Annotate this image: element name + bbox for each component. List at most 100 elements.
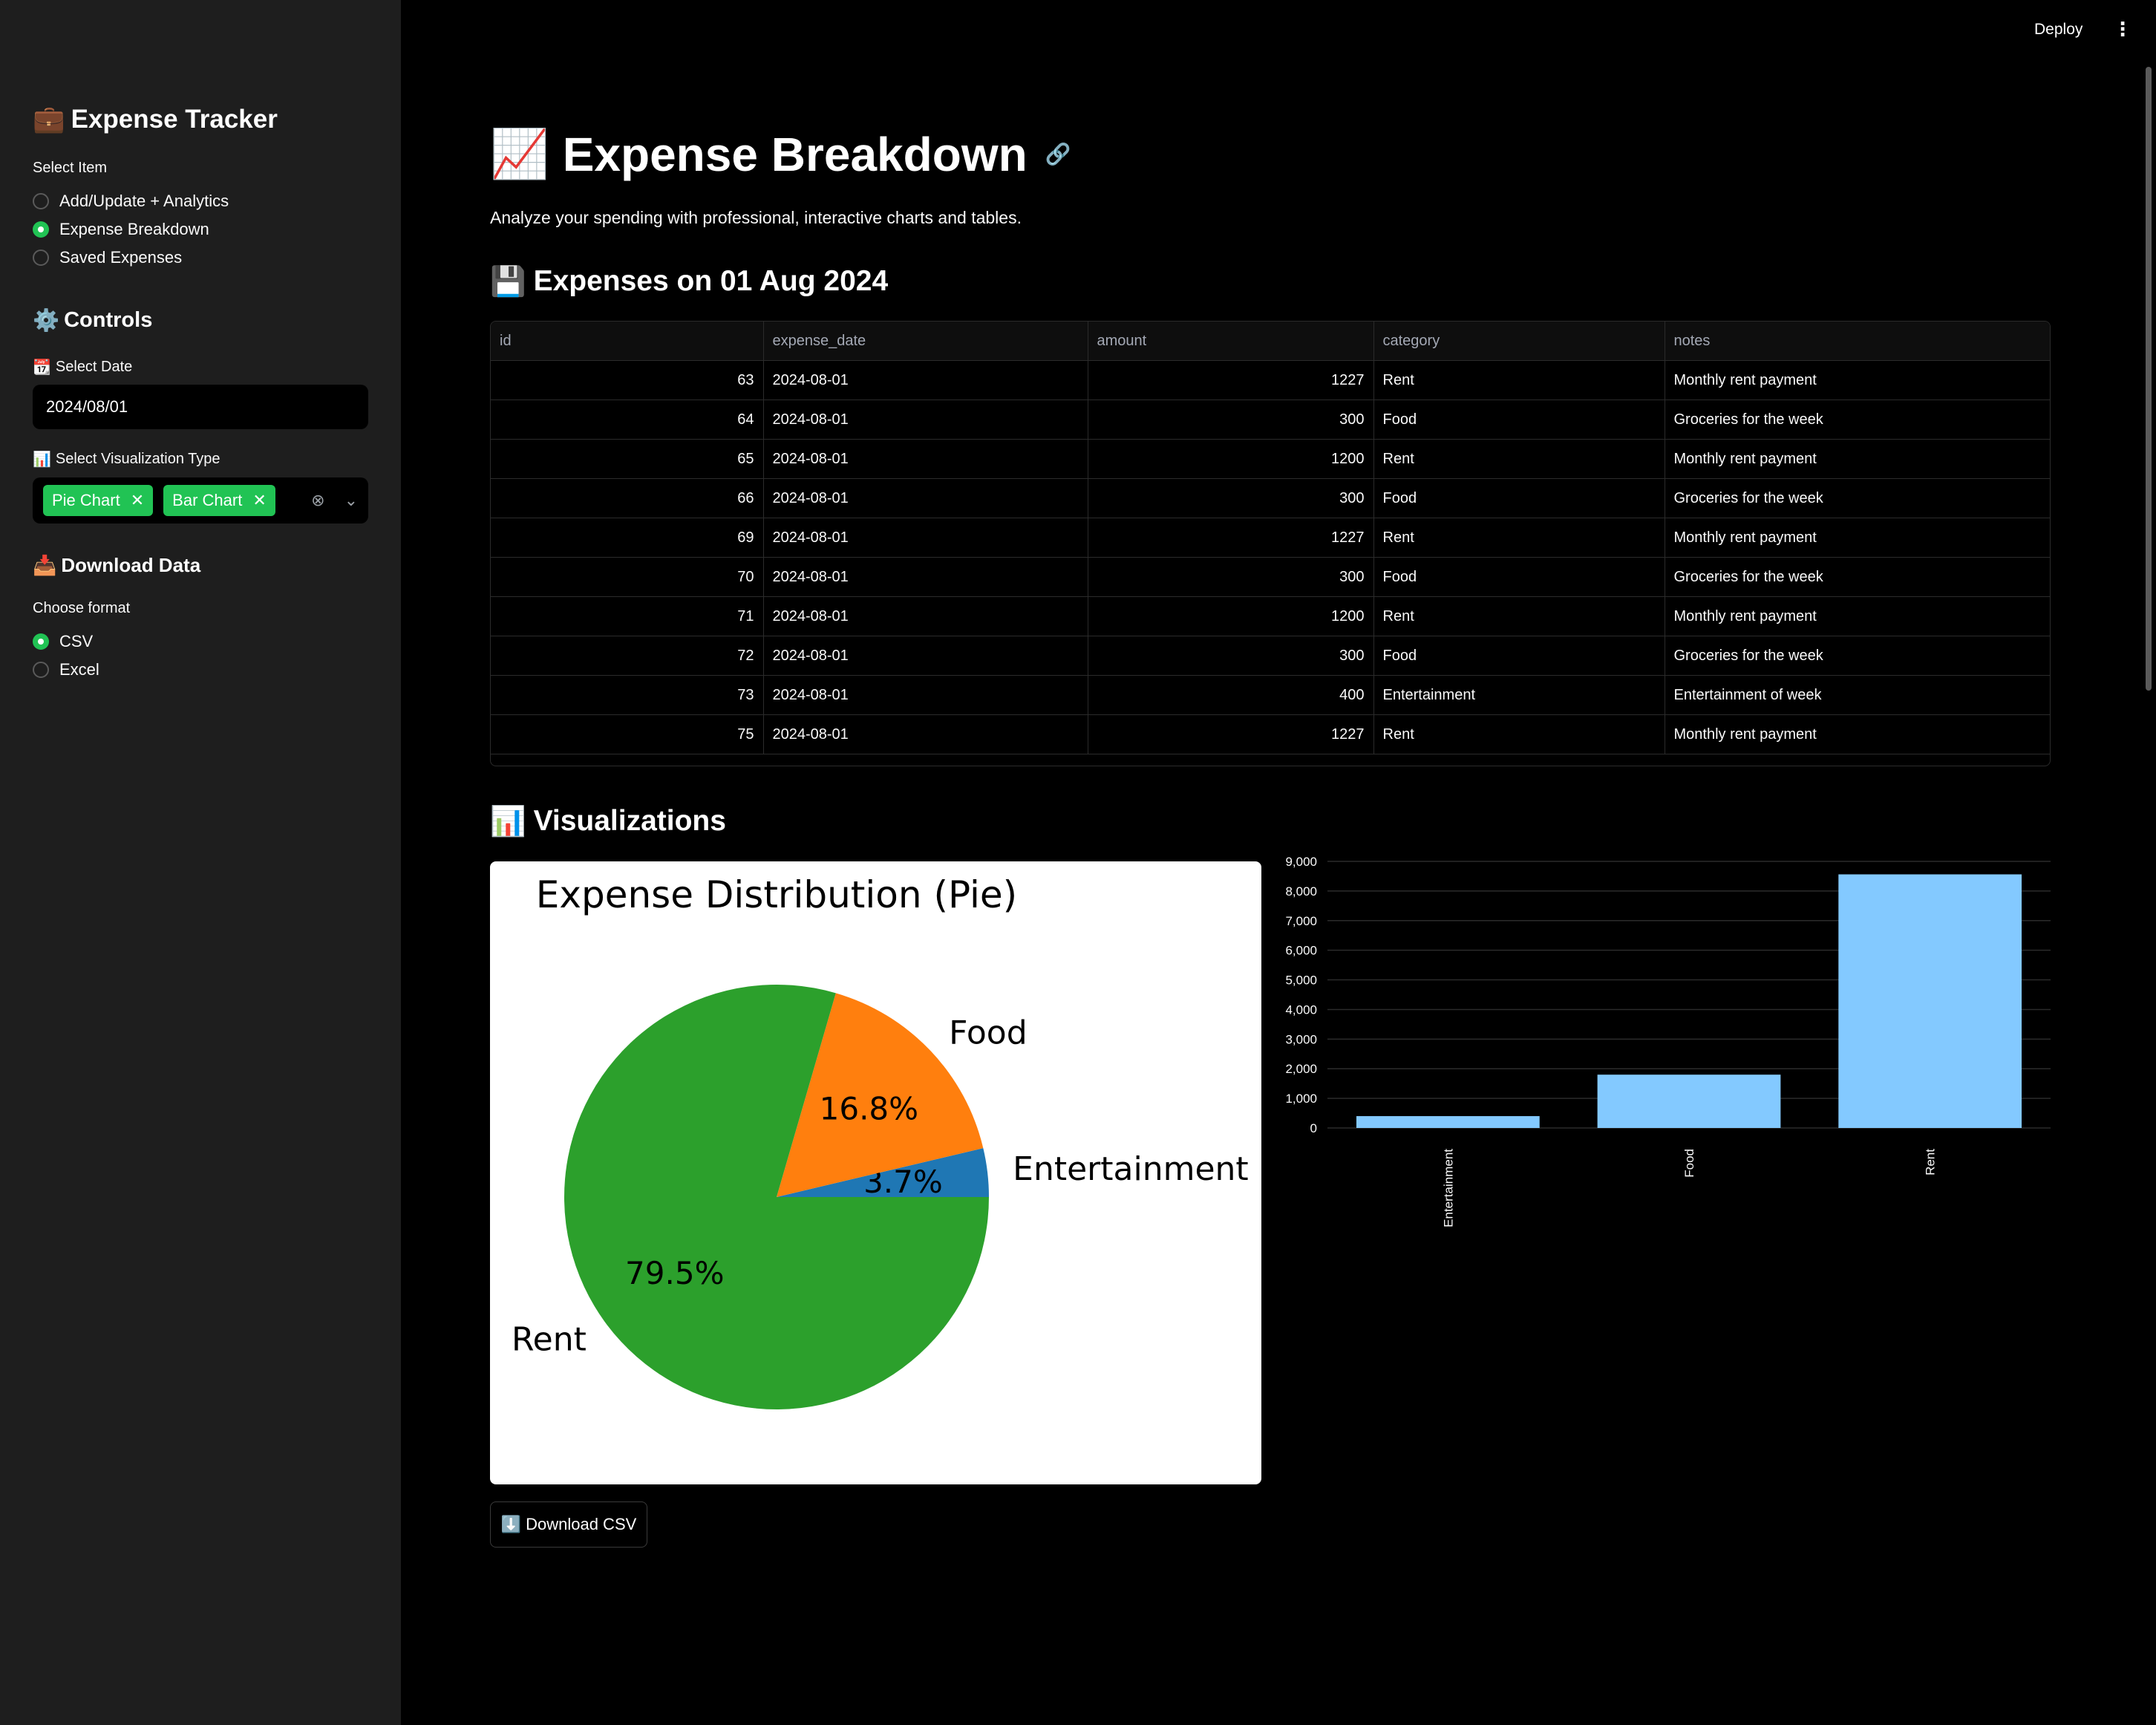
column-header-expense-date[interactable]: expense_date <box>763 322 1088 361</box>
download-arrow-icon: ⬇️ <box>500 1515 522 1534</box>
column-header-notes[interactable]: notes <box>1665 322 2050 361</box>
table-cell-id: 70 <box>491 557 764 597</box>
date-input[interactable] <box>33 385 368 429</box>
table-row[interactable]: 63 2024-08-01 1227 Rent Monthly rent payment <box>491 360 2050 400</box>
table-cell-category: Food <box>1373 557 1665 597</box>
x-tick-label: Entertainment <box>1441 1149 1455 1227</box>
bar-food[interactable] <box>1597 1075 1781 1128</box>
table-cell-amount: 1200 <box>1088 596 1374 636</box>
pie-chart: Expense Distribution (Pie)Entertainment3… <box>512 873 1249 1409</box>
table-row[interactable]: 69 2024-08-01 1227 Rent Monthly rent payment <box>491 518 2050 558</box>
page-subtitle: Analyze your spending with professional,… <box>490 208 1022 227</box>
table-cell-category: Rent <box>1373 596 1665 636</box>
radio-icon[interactable] <box>33 250 49 266</box>
table-row[interactable]: 71 2024-08-01 1200 Rent Monthly rent payment <box>491 596 2050 636</box>
table-cell-expense-date: 2024-08-01 <box>763 714 1088 754</box>
pie-label-entertainment: Entertainment <box>1013 1150 1249 1188</box>
y-tick-label: 2,000 <box>1285 1062 1317 1076</box>
viz-type-multiselect[interactable]: Pie Chart ✕ Bar Chart ✕ ⊗ ⌄ <box>33 477 368 524</box>
bar-rent[interactable] <box>1838 874 2022 1128</box>
table-cell-category: Entertainment <box>1373 675 1665 715</box>
expenses-table[interactable]: id expense_date amount category notes 63… <box>490 321 2051 766</box>
table-cell-expense-date: 2024-08-01 <box>763 557 1088 597</box>
table-cell-amount: 1200 <box>1088 439 1374 479</box>
table-cell-expense-date: 2024-08-01 <box>763 636 1088 676</box>
table-cell-id: 69 <box>491 518 764 558</box>
table-cell-notes: Groceries for the week <box>1665 478 2050 518</box>
chip-pie-chart[interactable]: Pie Chart ✕ <box>43 485 154 516</box>
column-header-category[interactable]: category <box>1373 322 1665 361</box>
y-tick-label: 9,000 <box>1285 855 1317 869</box>
table-cell-amount: 300 <box>1088 636 1374 676</box>
clear-all-icon[interactable]: ⊗ <box>311 491 324 510</box>
table-cell-category: Rent <box>1373 360 1665 400</box>
table-header-row: id expense_date amount category notes <box>491 322 2050 361</box>
viz-type-label: 📊 Select Visualization Type <box>33 450 220 468</box>
nav-option-saved-expenses[interactable]: Saved Expenses <box>33 248 182 267</box>
select-date-label: 📆 Select Date <box>33 358 133 376</box>
x-tick-label: Food <box>1682 1149 1696 1178</box>
floppy-disk-icon: 💾 <box>490 265 526 299</box>
table-cell-amount: 300 <box>1088 478 1374 518</box>
table-cell-id: 73 <box>491 675 764 715</box>
radio-selected-icon[interactable] <box>33 221 49 238</box>
remove-chip-icon[interactable]: ✕ <box>131 491 144 510</box>
radio-icon[interactable] <box>33 193 49 209</box>
bar-entertainment[interactable] <box>1356 1116 1540 1128</box>
table-cell-category: Food <box>1373 478 1665 518</box>
link-icon[interactable]: 🔗 <box>1045 142 1071 166</box>
table-cell-amount: 1227 <box>1088 518 1374 558</box>
table-cell-amount: 400 <box>1088 675 1374 715</box>
table-cell-expense-date: 2024-08-01 <box>763 518 1088 558</box>
table-cell-notes: Monthly rent payment <box>1665 518 2050 558</box>
nav-option-add-update[interactable]: Add/Update + Analytics <box>33 192 229 211</box>
table-cell-notes: Groceries for the week <box>1665 636 2050 676</box>
y-tick-label: 5,000 <box>1285 974 1317 988</box>
scrollbar[interactable] <box>2146 67 2152 691</box>
bar-chart: 0 1,000 2,000 3,000 4,000 5,000 6,000 7,000 8,00… <box>1285 855 2051 1227</box>
radio-selected-icon[interactable] <box>33 633 49 650</box>
deploy-button[interactable]: Deploy <box>2034 21 2082 39</box>
table-cell-expense-date: 2024-08-01 <box>763 478 1088 518</box>
kebab-menu-icon[interactable]: ⋮ <box>2113 18 2132 41</box>
table-row[interactable]: 73 2024-08-01 400 Entertainment Entertainmen… <box>491 675 2050 715</box>
chip-bar-chart[interactable]: Bar Chart ✕ <box>163 485 275 516</box>
table-cell-id: 63 <box>491 360 764 400</box>
nav-option-expense-breakdown[interactable]: Expense Breakdown <box>33 220 209 239</box>
table-row[interactable]: 72 2024-08-01 300 Food Groceries for the wee… <box>491 636 2050 676</box>
table-cell-category: Rent <box>1373 439 1665 479</box>
chevron-down-icon[interactable]: ⌄ <box>344 491 358 510</box>
column-header-id[interactable]: id <box>491 322 764 361</box>
y-tick-label: 0 <box>1310 1121 1317 1135</box>
table-cell-amount: 1227 <box>1088 714 1374 754</box>
remove-chip-icon[interactable]: ✕ <box>252 491 266 510</box>
pie-title: Expense Distribution (Pie) <box>536 873 1017 916</box>
table-row[interactable]: 66 2024-08-01 300 Food Groceries for the wee… <box>491 478 2050 518</box>
format-option-excel[interactable]: Excel <box>33 660 99 679</box>
radio-icon[interactable] <box>33 662 49 678</box>
bar-chart-icon: 📊 <box>33 450 51 468</box>
expenses-heading: 💾 Expenses on 01 Aug 2024 <box>490 265 889 299</box>
table-cell-category: Rent <box>1373 714 1665 754</box>
pie-chart-panel: Expense Distribution (Pie) Entertainment 3… <box>490 861 1261 1484</box>
table-row[interactable]: 65 2024-08-01 1200 Rent Monthly rent payment <box>491 439 2050 479</box>
table-cell-amount: 1227 <box>1088 360 1374 400</box>
column-header-amount[interactable]: amount <box>1088 322 1374 361</box>
table-cell-expense-date: 2024-08-01 <box>763 596 1088 636</box>
table-row[interactable]: 75 2024-08-01 1227 Rent Monthly rent payment <box>491 714 2050 754</box>
download-csv-button[interactable]: ⬇️ Download CSV <box>490 1501 647 1548</box>
y-tick-label: 6,000 <box>1285 944 1317 958</box>
table-cell-id: 64 <box>491 400 764 440</box>
table-cell-notes: Monthly rent payment <box>1665 596 2050 636</box>
page-title: 📈 Expense Breakdown 🔗 <box>490 127 1071 182</box>
pie-percent-food: 16.8% <box>820 1091 918 1127</box>
briefcase-icon: 💼 <box>33 105 65 134</box>
table-row[interactable]: 64 2024-08-01 300 Food Groceries for the wee… <box>491 400 2050 440</box>
pie-percent-rent: 79.5% <box>625 1255 724 1291</box>
table-cell-id: 75 <box>491 714 764 754</box>
table-cell-expense-date: 2024-08-01 <box>763 439 1088 479</box>
table-row[interactable]: 70 2024-08-01 300 Food Groceries for the wee… <box>491 557 2050 597</box>
table-cell-expense-date: 2024-08-01 <box>763 400 1088 440</box>
format-option-csv[interactable]: CSV <box>33 632 93 651</box>
table-cell-category: Food <box>1373 636 1665 676</box>
